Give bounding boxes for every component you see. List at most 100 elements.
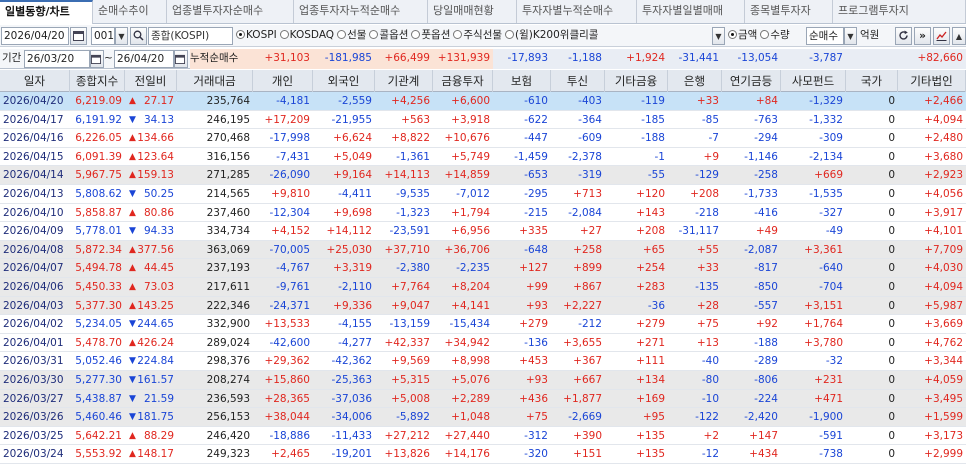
investor-value-cell: -215 xyxy=(524,206,548,219)
column-header-2[interactable]: 종합지수 xyxy=(70,70,125,92)
column-header-16[interactable]: 기타법인 xyxy=(898,70,966,92)
market-radio-6[interactable]: 주식선물 xyxy=(453,29,502,41)
calendar-icon[interactable] xyxy=(70,27,87,45)
fast-forward-icon[interactable]: » xyxy=(914,27,931,45)
column-header-13[interactable]: 연기금등 xyxy=(722,70,781,92)
code-dropdown-icon[interactable]: ▼ xyxy=(115,27,128,45)
column-header-5[interactable]: 개인 xyxy=(253,70,313,92)
tab-3[interactable]: 업종별투자자순매수 xyxy=(167,0,294,23)
market-radio-4[interactable]: 콜옵션 xyxy=(369,29,408,41)
table-row[interactable]: 2026/03/24 5,553.92 ▲ 148.17 249,323 +2,465 -1… xyxy=(0,445,966,464)
table-row[interactable]: 2026/03/27 5,438.87 ▼ 21.59 236,593 +28,365 -3… xyxy=(0,389,966,409)
table-row[interactable]: 2026/04/14 5,967.75 ▲ 159.13 271,285 -26,090 +… xyxy=(0,166,966,185)
change-cell: ▲ 377.56 xyxy=(125,241,177,259)
chart-icon[interactable] xyxy=(933,27,950,45)
unit-radio-1[interactable]: 금액 xyxy=(728,29,757,41)
table-row[interactable]: 2026/04/15 6,091.39 ▲ 123.64 316,156 -7,431 +5… xyxy=(0,148,966,167)
unit-radio-2[interactable]: 수량 xyxy=(760,29,790,41)
settings-icon[interactable]: ▲ xyxy=(952,27,966,45)
investor-value-cell: +8,204 xyxy=(451,281,490,293)
column-header-1[interactable]: 일자 xyxy=(0,70,70,92)
table-row[interactable]: 2026/04/06 5,450.33 ▲ 73.03 217,611 -9,761 -2,… xyxy=(0,278,966,297)
column-header-14[interactable]: 사모펀드 xyxy=(781,70,846,92)
tab-8[interactable]: 종목별투자자 xyxy=(745,0,833,23)
period-to-input[interactable]: 26/04/20 xyxy=(114,50,174,68)
investor-value-cell: +4,059 xyxy=(924,374,963,386)
investor-value-cell: +28,365 xyxy=(264,392,310,405)
investor-value-cell: -622 xyxy=(524,113,548,126)
tab-6[interactable]: 투자자별누적순매수 xyxy=(517,0,637,23)
tab-5[interactable]: 당일매매현황 xyxy=(428,0,517,23)
market-dropdown-icon[interactable]: ▼ xyxy=(712,27,725,45)
table-row[interactable]: 2026/04/03 5,377.30 ▲ 143.25 222,346 -24,371 +… xyxy=(0,296,966,316)
tab-2[interactable]: 순매수추이 xyxy=(93,0,167,23)
table-row[interactable]: 2026/04/09 5,778.01 ▼ 94.33 334,734 +4,152 +14… xyxy=(0,222,966,241)
table-row[interactable]: 2026/03/31 5,052.46 ▼ 224.84 298,376 +29,362-… xyxy=(0,352,966,371)
investor-value-cell: -26,090 xyxy=(269,169,310,182)
column-header-7[interactable]: 기관계 xyxy=(375,70,433,92)
table-row[interactable]: 2026/04/07 5,494.78 ▲ 44.45 237,193 -4,767 +3,… xyxy=(0,259,966,278)
investor-value-cell: +3,361 xyxy=(804,243,843,256)
refresh-icon[interactable] xyxy=(895,27,912,45)
table-row[interactable]: 2026/04/20 6,219.09 ▲ 27.17 235,764 -4,181 -2,… xyxy=(0,92,966,111)
table-row[interactable]: 2026/04/17 6,191.92 ▼ 34.13 246,195 +17,209 -2… xyxy=(0,111,966,130)
table-row[interactable]: 2026/04/16 6,226.05 ▲ 134.66 270,468 -17,998 +… xyxy=(0,129,966,148)
market-radio-3[interactable]: 선물 xyxy=(337,29,366,41)
investor-value-cell: -4,181 xyxy=(276,95,310,107)
index-cell: 5,450.33 xyxy=(75,281,122,293)
investor-value-cell: 0 xyxy=(888,318,895,331)
column-header-11[interactable]: 기타금융 xyxy=(605,70,668,92)
table-row[interactable]: 2026/04/01 5,478.70 ▲ 426.24 289,024 -42,600-… xyxy=(0,334,966,353)
investor-value-cell: +10,676 xyxy=(444,132,490,145)
period-to-calendar-icon[interactable] xyxy=(174,50,188,68)
market-radio-1[interactable]: KOSPI xyxy=(236,29,277,41)
investor-value-cell: -2,110 xyxy=(338,281,372,293)
column-header-9[interactable]: 보험 xyxy=(493,70,551,92)
tab-4[interactable]: 업종투자자누적순매수 xyxy=(294,0,428,23)
market-radio-5[interactable]: 풋옵션 xyxy=(411,29,450,41)
column-header-6[interactable]: 외국인 xyxy=(313,70,375,92)
net-type-select[interactable]: 순매수 xyxy=(806,27,844,45)
tab-1[interactable]: 일별동향/차트 xyxy=(0,0,93,24)
period-from-calendar-icon[interactable] xyxy=(90,50,104,68)
column-header-4[interactable]: 거래대금 xyxy=(177,70,253,92)
table-row[interactable]: 2026/03/26 5,460.46 ▼ 181.75 256,153 +38,044-… xyxy=(0,408,966,427)
investor-value-cell: +3,344 xyxy=(924,355,963,368)
tab-9[interactable]: 프로그램투자지 xyxy=(833,0,966,23)
investor-value-cell: -2,235 xyxy=(456,262,490,275)
column-header-15[interactable]: 국가 xyxy=(846,70,898,92)
investor-value-cell: -70,005 xyxy=(269,243,310,256)
investor-value-cell: +279 xyxy=(519,318,548,331)
date-cell: 2026/04/20 xyxy=(3,95,64,107)
net-type-dropdown-icon[interactable]: ▼ xyxy=(844,27,857,45)
market-radio-2[interactable]: KOSDAQ xyxy=(279,29,334,41)
period-from-input[interactable]: 26/03/20 xyxy=(24,50,90,68)
unit-label: 억원 xyxy=(860,29,880,41)
table-row[interactable]: 2026/04/13 5,808.62 ▼ 50.25 214,565 +9,810 -4,… xyxy=(0,185,966,204)
table-row[interactable]: 2026/03/30 5,277.30 ▼ 161.57 208,274 +15,860-… xyxy=(0,371,966,390)
investor-value-cell: +14,113 xyxy=(384,169,430,182)
investor-value-cell: 0 xyxy=(888,132,895,145)
change-cell: ▲ 88.29 xyxy=(125,427,177,445)
market-radio-7[interactable]: (윌)K200위클리콜 xyxy=(505,29,598,41)
column-header-12[interactable]: 은행 xyxy=(668,70,722,92)
search-icon[interactable] xyxy=(130,27,147,45)
investor-value-cell: +38,044 xyxy=(264,411,310,424)
column-header-3[interactable]: 전일비 xyxy=(125,70,177,92)
investor-value-cell: +2,999 xyxy=(924,448,963,461)
column-header-8[interactable]: 금융투자 xyxy=(433,70,493,92)
table-row[interactable]: 2026/04/08 5,872.34 ▲ 377.56 363,069 -70,005 +… xyxy=(0,240,966,260)
code-input[interactable]: 001 xyxy=(91,27,115,45)
investor-value-cell: +4,094 xyxy=(924,281,963,293)
radio-circle-icon xyxy=(369,30,379,39)
radio-circle-icon xyxy=(337,30,347,39)
table-row[interactable]: 2026/03/25 5,642.21 ▲ 88.29 246,420 -18,886 -1… xyxy=(0,427,966,446)
table-row[interactable]: 2026/04/02 5,234.05 ▼ 244.65 332,900 +13,533-… xyxy=(0,315,966,334)
date-input[interactable]: 2026/04/20 xyxy=(1,27,69,45)
up-triangle-icon: ▲ xyxy=(129,282,136,292)
column-header-10[interactable]: 투신 xyxy=(551,70,605,92)
investor-value-cell: -36 xyxy=(647,299,665,312)
tab-7[interactable]: 투자자별일별매매 xyxy=(637,0,745,23)
market-radio-label: (윌)K200위클리콜 xyxy=(515,29,599,41)
table-row[interactable]: 2026/04/10 5,858.87 ▲ 80.86 237,460 -12,304 +9… xyxy=(0,204,966,223)
